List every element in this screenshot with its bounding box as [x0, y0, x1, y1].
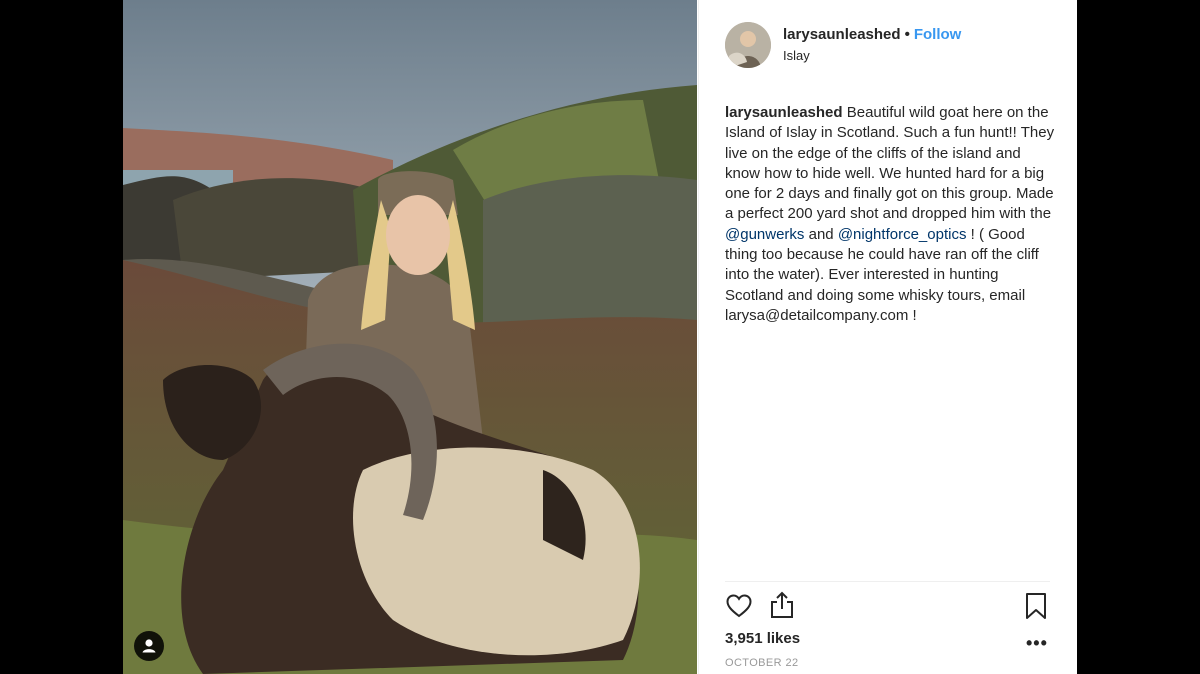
header-user-line: larysaunleashed • Follow — [783, 26, 961, 43]
follow-button[interactable]: Follow — [914, 26, 962, 43]
mention-gunwerks[interactable]: @gunwerks — [725, 226, 804, 243]
username-link[interactable]: larysaunleashed — [783, 26, 901, 43]
share-icon — [771, 591, 793, 618]
likes-count[interactable]: 3,951 likes — [725, 630, 800, 647]
caption-username[interactable]: larysaunleashed — [725, 104, 843, 121]
post-header: larysaunleashed • Follow Islay — [725, 22, 1055, 68]
bookmark-icon — [1026, 593, 1046, 619]
share-button[interactable] — [768, 590, 796, 625]
instagram-post: larysaunleashed • Follow Islay larysaunlea… — [123, 0, 1077, 674]
post-side-panel: larysaunleashed • Follow Islay larysaunlea… — [698, 0, 1077, 674]
post-date[interactable]: OCTOBER 22 — [725, 657, 799, 669]
mention-nightforce-optics[interactable]: @nightforce_optics — [838, 226, 967, 243]
caption-text: and — [804, 225, 838, 243]
more-options-button[interactable]: ••• — [1026, 633, 1048, 654]
hunting-photo-illustration — [123, 0, 697, 674]
post-photo[interactable] — [123, 0, 697, 674]
user-tag-button[interactable] — [134, 631, 164, 661]
save-button[interactable] — [1024, 592, 1048, 625]
caption-text: Beautiful wild goat here on the Island o… — [725, 104, 1055, 223]
like-button[interactable] — [725, 592, 753, 625]
post-caption: larysaunleashed Beautiful wild goat here… — [725, 103, 1055, 326]
heart-icon — [726, 594, 752, 618]
location-link[interactable]: Islay — [783, 48, 810, 63]
actions-divider — [725, 581, 1050, 582]
separator-dot: • — [904, 26, 910, 43]
avatar-image — [725, 22, 771, 68]
avatar[interactable] — [725, 22, 771, 68]
user-tag-icon — [142, 639, 156, 653]
